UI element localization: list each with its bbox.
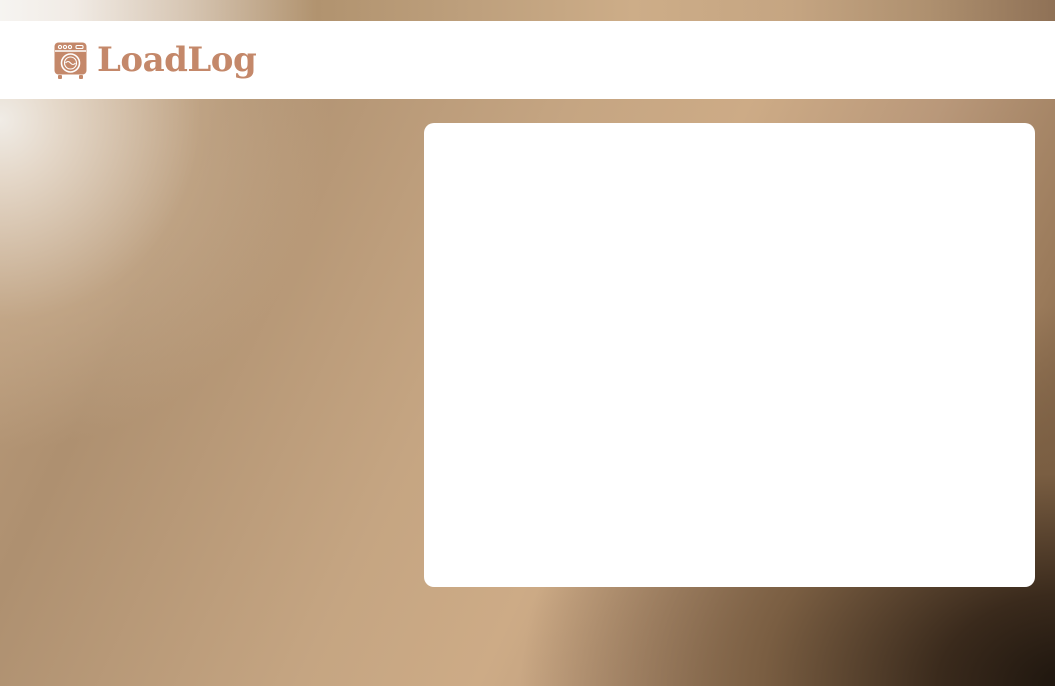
washing-machine-icon: [54, 42, 87, 79]
content-card: [424, 123, 1035, 587]
site-header: LoadLog: [0, 21, 1055, 99]
brand-logo[interactable]: LoadLog: [54, 40, 257, 80]
top-gradient-strip: [0, 0, 1055, 21]
brand-name: LoadLog: [97, 40, 257, 80]
